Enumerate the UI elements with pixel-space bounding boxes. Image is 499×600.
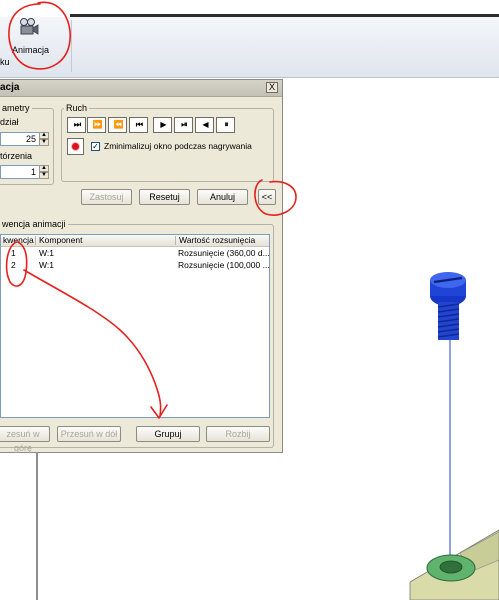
- red-annotation-overlay: [5, 1, 297, 419]
